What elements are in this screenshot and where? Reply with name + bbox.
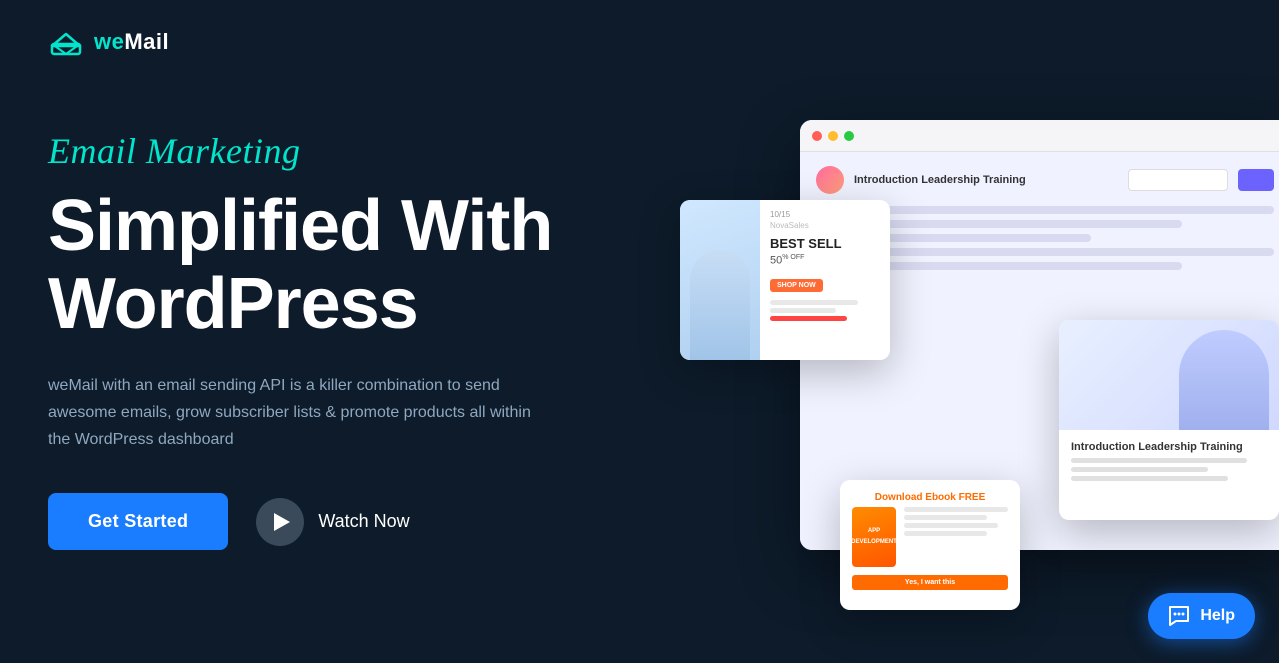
promo-discount: 50% OFF (770, 254, 880, 267)
ebook-info (904, 507, 1008, 567)
chat-icon (1168, 605, 1190, 627)
ebook-info-line (904, 507, 1008, 512)
training-card-image (1059, 320, 1279, 430)
hero-title-line1: Simplified With (48, 186, 552, 266)
training-line (1071, 467, 1208, 472)
ebook-card: Download Ebook FREE APP DEVELOPMENT Yes,… (840, 480, 1020, 610)
email-avatar (816, 166, 844, 194)
training-card-body: Introduction Leadership Training (1059, 430, 1279, 491)
training-person-silhouette (1179, 330, 1269, 430)
promo-shop-button[interactable]: SHOP NOW (770, 279, 823, 292)
training-lines (1071, 458, 1267, 481)
hero-description: weMail with an email sending API is a ki… (48, 372, 538, 454)
watch-now-label: Watch Now (318, 511, 409, 532)
promo-card: 10/15 NovaSales BEST SELL 50% OFF SHOP N… (680, 200, 890, 360)
hero-actions: Get Started Watch Now (48, 493, 552, 550)
training-line (1071, 458, 1247, 463)
browser-dot-red (812, 131, 822, 141)
ebook-info-line (904, 531, 987, 536)
logo-we: we (94, 29, 124, 54)
ebook-cta-button[interactable]: Yes, I want this (852, 575, 1008, 590)
email-header-row: Introduction Leadership Training (816, 166, 1274, 194)
hero-title: Simplified With WordPress (48, 188, 552, 344)
ebook-cover: APP DEVELOPMENT (852, 507, 896, 567)
ebook-cover-text-dev: DEVELOPMENT (851, 539, 897, 546)
logo-text: weMail (94, 29, 169, 55)
promo-date: 10/15 (770, 210, 880, 219)
browser-dot-green (844, 131, 854, 141)
promo-line (770, 308, 836, 313)
promo-title-text: BEST SELL (770, 236, 842, 251)
promo-lines (770, 300, 880, 321)
help-label: Help (1200, 607, 1235, 625)
hero-mockup-area: Introduction Leadership Training 10/15 N… (740, 120, 1279, 663)
ebook-info-line (904, 515, 987, 520)
ebook-cover-text-app: APP (868, 528, 880, 535)
ebook-title: Download Ebook FREE (852, 492, 1008, 503)
get-started-button[interactable]: Get Started (48, 493, 228, 550)
hero-tagline: Email Marketing (48, 130, 552, 172)
promo-discount-number: 50 (770, 254, 782, 266)
promo-line (770, 300, 858, 305)
logo-mail: Mail (124, 29, 169, 54)
header: weMail (48, 24, 169, 60)
training-line (1071, 476, 1228, 481)
promo-card-body: 10/15 NovaSales BEST SELL 50% OFF SHOP N… (760, 200, 890, 360)
promo-discount-label: % OFF (782, 254, 804, 261)
browser-dot-yellow (828, 131, 838, 141)
help-button[interactable]: Help (1148, 593, 1255, 639)
ebook-info-line (904, 523, 998, 528)
training-card: Introduction Leadership Training (1059, 320, 1279, 520)
email-btn-mock (1238, 169, 1274, 191)
email-input-mock (1128, 169, 1228, 191)
wemail-logo-icon (48, 24, 84, 60)
hero-section: Email Marketing Simplified With WordPres… (48, 130, 552, 550)
training-title: Introduction Leadership Training (1071, 440, 1267, 454)
watch-now-group[interactable]: Watch Now (256, 498, 409, 546)
person-silhouette (690, 250, 750, 360)
ebook-row: APP DEVELOPMENT (852, 507, 1008, 567)
email-subject-text: Introduction Leadership Training (854, 174, 1118, 186)
promo-store: NovaSales (770, 221, 880, 230)
browser-bar (800, 120, 1279, 152)
play-button[interactable] (256, 498, 304, 546)
promo-line-red (770, 316, 847, 321)
promo-card-image (680, 200, 760, 360)
promo-title: BEST SELL (770, 236, 880, 252)
hero-title-line2: WordPress (48, 264, 418, 344)
